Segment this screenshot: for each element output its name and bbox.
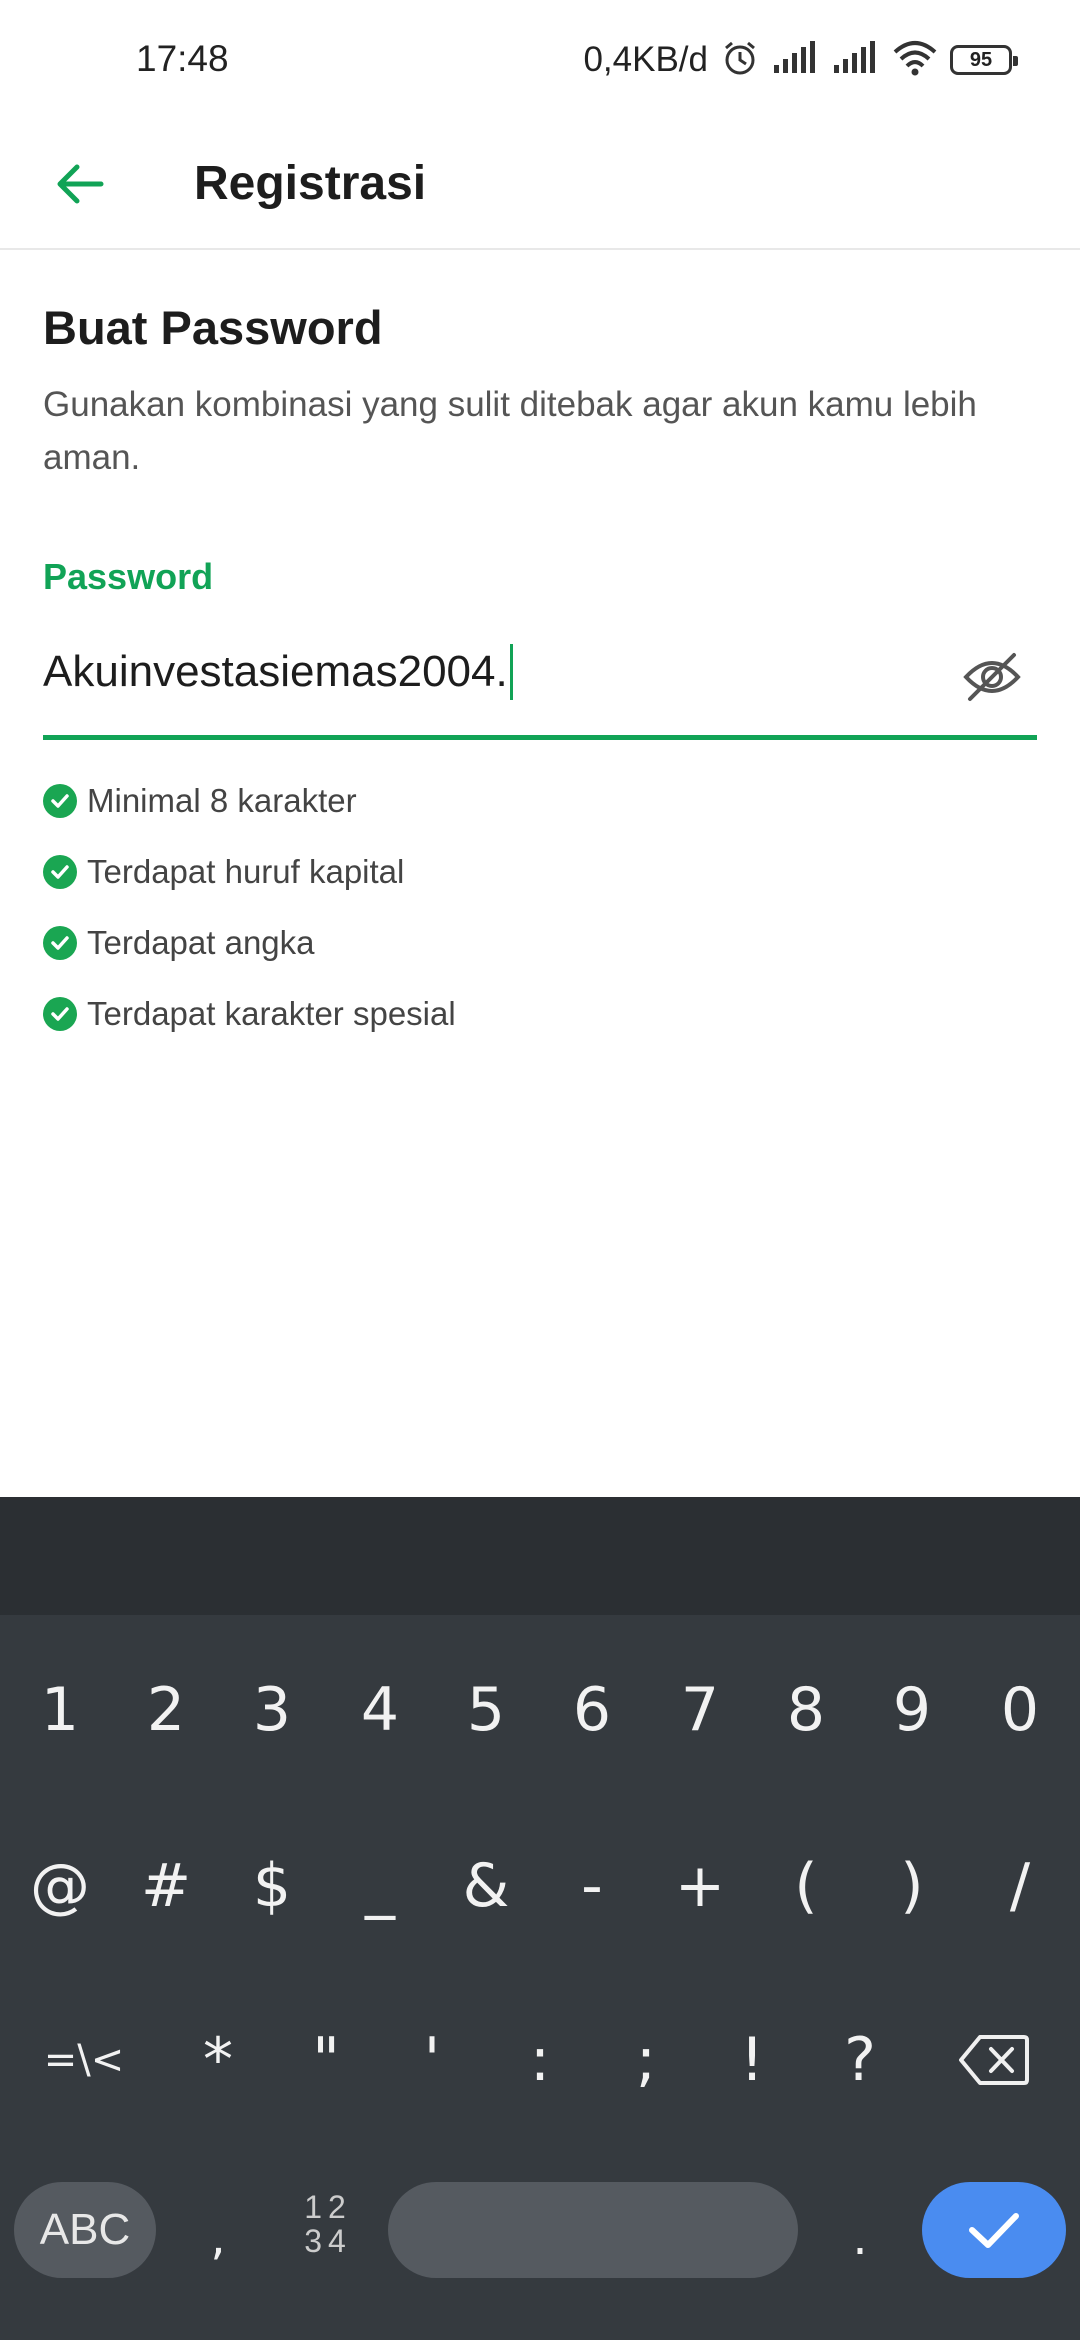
check-circle-icon (43, 783, 77, 818)
key-6[interactable]: 6 (542, 1650, 642, 1770)
back-button[interactable] (40, 144, 120, 224)
key-ampersand[interactable]: & (436, 1826, 536, 1946)
network-speed: 0,4KB/d (583, 40, 708, 79)
keyboard-toolbar (0, 1497, 1080, 1615)
key-double-quote[interactable]: " (276, 2000, 376, 2120)
check-circle-icon (43, 854, 77, 889)
check-icon (969, 2213, 1019, 2248)
key-9[interactable]: 9 (862, 1650, 962, 1770)
key-plus[interactable]: + (650, 1826, 750, 1946)
key-paren-open[interactable]: ( (756, 1826, 856, 1946)
arrow-left-icon (57, 164, 104, 204)
rule-text: Terdapat huruf kapital (87, 852, 405, 890)
check-circle-icon (43, 996, 77, 1031)
key-slash[interactable]: / (970, 1826, 1070, 1946)
backspace-key[interactable] (944, 2000, 1044, 2120)
password-field[interactable]: Akuinvestasiemas2004. (43, 620, 1037, 740)
status-time: 17:48 (136, 38, 229, 79)
rule-item: Minimal 8 karakter (43, 765, 456, 836)
key-hash[interactable]: # (116, 1826, 216, 1946)
password-rules: Minimal 8 karakter Terdapat huruf kapita… (43, 765, 456, 1049)
status-icons: 0,4KB/d 95 (583, 34, 1018, 86)
check-circle-icon (43, 925, 77, 960)
key-5[interactable]: 5 (436, 1650, 536, 1770)
more-symbols-key[interactable]: =\< (34, 2000, 134, 2120)
alarm-icon (720, 38, 760, 83)
password-input[interactable]: Akuinvestasiemas2004. (43, 644, 513, 700)
key-2[interactable]: 2 (116, 1650, 216, 1770)
rule-item: Terdapat angka (43, 907, 456, 978)
key-underscore[interactable]: _ (330, 1826, 430, 1946)
key-paren-close[interactable]: ) (862, 1826, 962, 1946)
key-single-quote[interactable]: ' (382, 2000, 482, 2120)
password-value: Akuinvestasiemas2004. (43, 647, 508, 696)
rule-text: Terdapat karakter spesial (87, 994, 456, 1032)
done-key[interactable] (922, 2182, 1066, 2278)
key-asterisk[interactable]: * (168, 2000, 268, 2120)
page-title: Registrasi (194, 157, 427, 210)
section-heading: Buat Password (43, 301, 383, 354)
space-key[interactable] (388, 2182, 798, 2278)
section-subtitle: Gunakan kombinasi yang sulit ditebak aga… (43, 385, 977, 477)
rule-text: Minimal 8 karakter (87, 781, 357, 819)
rule-item: Terdapat huruf kapital (43, 836, 456, 907)
app-bar: Registrasi (0, 120, 1080, 250)
eye-off-icon (963, 653, 1021, 701)
key-dollar[interactable]: $ (222, 1826, 322, 1946)
key-exclamation[interactable]: ! (702, 2000, 802, 2120)
key-period[interactable]: . (810, 2178, 910, 2298)
key-0[interactable]: 0 (970, 1650, 1070, 1770)
key-1[interactable]: 1 (10, 1650, 110, 1770)
rule-item: Terdapat karakter spesial (43, 978, 456, 1049)
key-comma[interactable]: , (168, 2178, 268, 2298)
key-colon[interactable]: : (490, 2000, 590, 2120)
key-4[interactable]: 4 (330, 1650, 430, 1770)
key-question[interactable]: ? (810, 2000, 910, 2120)
key-semicolon[interactable]: ; (596, 2000, 696, 2120)
key-minus[interactable]: - (542, 1826, 642, 1946)
signal-icon-2 (832, 40, 880, 80)
key-3[interactable]: 3 (222, 1650, 322, 1770)
numpad-toggle-key[interactable]: 12 34 (300, 2190, 356, 2270)
toggle-visibility-button[interactable] (957, 642, 1027, 712)
text-cursor (509, 644, 513, 700)
key-7[interactable]: 7 (650, 1650, 750, 1770)
status-bar: 17:48 0,4KB/d 95 (0, 0, 1080, 120)
key-8[interactable]: 8 (756, 1650, 856, 1770)
battery-level: 95 (969, 48, 993, 71)
signal-icon (772, 40, 820, 80)
key-at[interactable]: @ (10, 1826, 110, 1946)
password-label: Password (43, 556, 214, 597)
wifi-icon (892, 40, 938, 81)
abc-key[interactable]: ABC (14, 2182, 156, 2278)
rule-text: Terdapat angka (87, 923, 315, 961)
backspace-icon (959, 2035, 1029, 2085)
battery-icon: 95 (950, 45, 1018, 75)
